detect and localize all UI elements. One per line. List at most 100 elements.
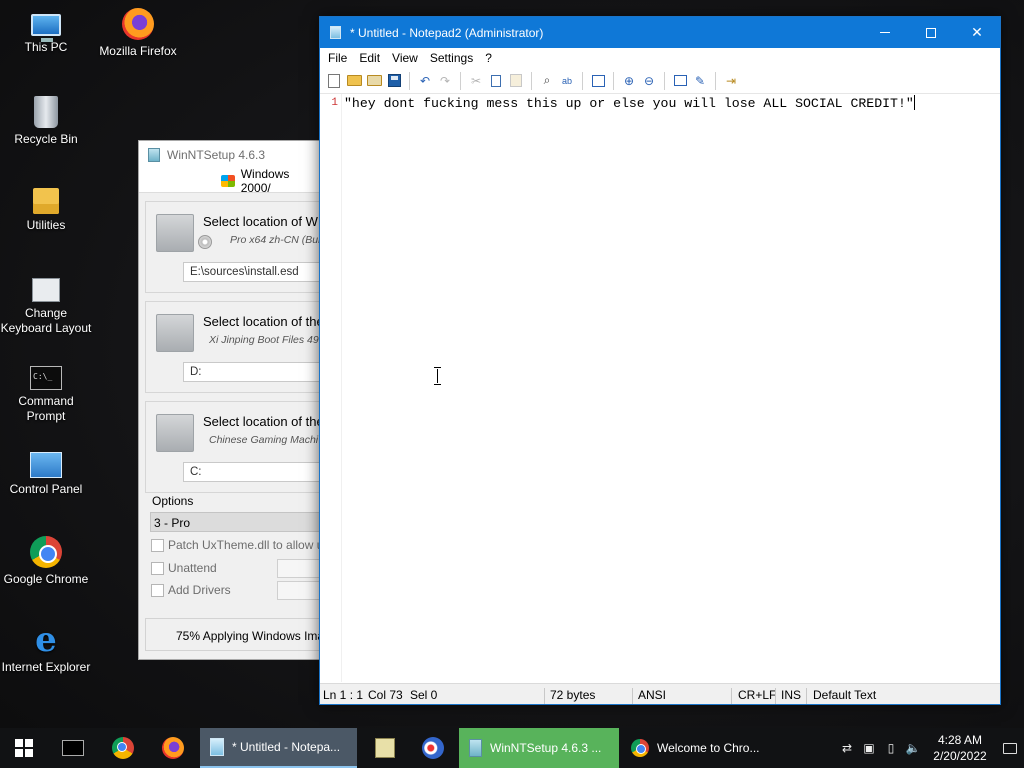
drivers-browse-button[interactable] xyxy=(277,581,321,600)
scheme-button[interactable] xyxy=(672,73,688,89)
menu-edit[interactable]: Edit xyxy=(353,51,386,65)
taskbar-chrome[interactable] xyxy=(98,728,148,768)
cut-button[interactable]: ✂ xyxy=(468,73,484,89)
exit-button[interactable]: ⇥ xyxy=(723,73,739,89)
desktop-icon-this-pc[interactable]: This PC xyxy=(0,8,92,55)
status-scheme[interactable]: Default Text xyxy=(813,688,876,702)
desktop-icon-internet-explorer[interactable]: e Internet Explorer xyxy=(0,620,92,675)
browse-button[interactable] xyxy=(366,73,382,89)
winntsetup-title: WinNTSetup 4.6.3 xyxy=(167,148,266,162)
replace-icon: ab xyxy=(561,75,572,86)
cut-icon: ✂ xyxy=(470,73,482,88)
checkbox-box[interactable] xyxy=(151,583,164,597)
notification-icon xyxy=(1003,742,1017,754)
desktop-icon-control-panel[interactable]: Control Panel xyxy=(0,448,92,497)
toolbar-separator xyxy=(409,71,410,90)
taskbar-firefox[interactable] xyxy=(148,728,198,768)
display-icon[interactable]: ▣ xyxy=(858,728,880,768)
minimize-button[interactable] xyxy=(862,17,908,48)
zoom-out-button[interactable]: ⊖ xyxy=(641,73,657,89)
minimize-icon xyxy=(880,32,890,33)
word-wrap-button[interactable] xyxy=(590,73,606,89)
notepad2-window[interactable]: * Untitled - Notepad2 (Administrator) ✕ … xyxy=(319,16,1001,759)
close-button[interactable]: ✕ xyxy=(954,17,1000,48)
notepad-icon xyxy=(375,738,395,758)
exit-icon: ⇥ xyxy=(725,73,737,88)
desktop-icon-command-prompt[interactable]: C:\_ Command Prompt xyxy=(0,360,92,424)
group-title: Select location of W xyxy=(203,214,318,229)
winntsetup-titlebar[interactable]: WinNTSetup 4.6.3 xyxy=(139,141,321,169)
zoom-in-button[interactable]: ⊕ xyxy=(621,73,637,89)
checkbox-box[interactable] xyxy=(151,561,164,575)
replace-button[interactable]: ab xyxy=(559,73,575,89)
notepad2-titlebar[interactable]: * Untitled - Notepad2 (Administrator) ✕ xyxy=(320,17,1000,48)
taskbar-task-chrome[interactable]: Welcome to Chro... xyxy=(621,728,779,768)
taskbar-command-prompt[interactable] xyxy=(48,728,98,768)
desktop-icon-utilities[interactable]: Utilities xyxy=(0,184,92,233)
customize-icon: ✎ xyxy=(694,73,706,88)
volume-muted-icon[interactable]: 🔈 xyxy=(902,728,924,768)
taskbar-task-winntsetup[interactable]: WinNTSetup 4.6.3 ... xyxy=(459,728,619,768)
status-divider xyxy=(544,688,545,704)
desktop-icon-change-keyboard-layout[interactable]: Change Keyboard Layout xyxy=(0,272,92,336)
editor-area[interactable]: 1 "hey dont fucking mess this up or else… xyxy=(320,94,1000,759)
add-drivers-checkbox[interactable]: Add Drivers xyxy=(151,583,231,597)
winntsetup-icon xyxy=(469,739,482,757)
clock[interactable]: 4:28 AM 2/20/2022 xyxy=(924,732,996,764)
copy-button[interactable] xyxy=(488,73,504,89)
network-icon[interactable]: ⇄ xyxy=(836,728,858,768)
desktop-icon-firefox[interactable]: Mozilla Firefox xyxy=(92,8,184,59)
redo-button[interactable]: ↷ xyxy=(437,73,453,89)
checkbox-box[interactable] xyxy=(151,538,164,552)
status-divider xyxy=(731,688,732,704)
new-file-icon xyxy=(328,73,340,88)
status-encoding[interactable]: ANSI xyxy=(638,688,666,702)
taskbar-notepad[interactable] xyxy=(361,728,409,768)
desktop-icon-recycle-bin[interactable]: Recycle Bin xyxy=(0,96,92,147)
notifications-button[interactable] xyxy=(996,728,1024,768)
install-drive-field[interactable]: C: xyxy=(183,462,321,482)
usb-icon[interactable]: ▯ xyxy=(880,728,902,768)
menu-settings[interactable]: Settings xyxy=(424,51,479,65)
desktop-icon-google-chrome[interactable]: Google Chrome xyxy=(0,536,92,587)
save-button[interactable] xyxy=(386,73,402,89)
patch-uxtheme-checkbox[interactable]: Patch UxTheme.dll to allow u xyxy=(151,538,322,552)
status-line-ending[interactable]: CR+LF xyxy=(738,688,776,702)
toolbar-separator xyxy=(664,71,665,90)
save-icon xyxy=(387,74,401,87)
unattend-checkbox[interactable]: Unattend xyxy=(151,561,217,575)
install-source-field[interactable]: E:\sources\install.esd xyxy=(183,262,321,282)
undo-button[interactable]: ↶ xyxy=(417,73,433,89)
customize-button[interactable]: ✎ xyxy=(692,73,708,89)
status-insert-mode[interactable]: INS xyxy=(781,688,801,702)
group-subtitle: Xi Jinping Boot Files 49 xyxy=(209,334,319,346)
menu-view[interactable]: View xyxy=(386,51,424,65)
edition-select[interactable]: 3 - Pro xyxy=(150,512,321,532)
clock-time: 4:28 AM xyxy=(937,733,983,747)
checkbox-label: Add Drivers xyxy=(168,583,231,597)
editor-line[interactable]: "hey dont fucking mess this up or else y… xyxy=(344,95,915,111)
boot-drive-field[interactable]: D: xyxy=(183,362,321,382)
new-file-button[interactable] xyxy=(326,73,342,89)
maximize-button[interactable] xyxy=(908,17,954,48)
taskbar-task-notepad2[interactable]: * Untitled - Notepa... xyxy=(200,728,357,768)
menu-help[interactable]: ? xyxy=(479,51,498,65)
os-version-tab[interactable]: Windows 2000/ xyxy=(139,167,321,195)
redo-icon: ↷ xyxy=(439,73,451,88)
maximize-icon xyxy=(926,27,936,38)
menu-file[interactable]: File xyxy=(322,51,353,65)
group-title: Select location of the xyxy=(203,414,322,429)
open-file-button[interactable] xyxy=(346,73,362,89)
unattend-browse-button[interactable] xyxy=(277,559,321,578)
find-button[interactable]: ⌕ xyxy=(539,73,555,89)
paint-icon xyxy=(422,737,444,759)
status-divider xyxy=(775,688,776,704)
desktop-icon-label: Mozilla Firefox xyxy=(99,44,177,58)
winntsetup-window[interactable]: WinNTSetup 4.6.3 Windows 2000/ Select lo… xyxy=(138,140,322,660)
taskbar-paint[interactable] xyxy=(409,728,457,768)
paste-button[interactable] xyxy=(508,73,524,89)
taskbar: * Untitled - Notepa... WinNTSetup 4.6.3 … xyxy=(0,728,1024,768)
start-button[interactable] xyxy=(0,728,48,768)
internet-explorer-icon: e xyxy=(35,620,57,660)
checkbox-label: Patch UxTheme.dll to allow u xyxy=(168,538,322,552)
